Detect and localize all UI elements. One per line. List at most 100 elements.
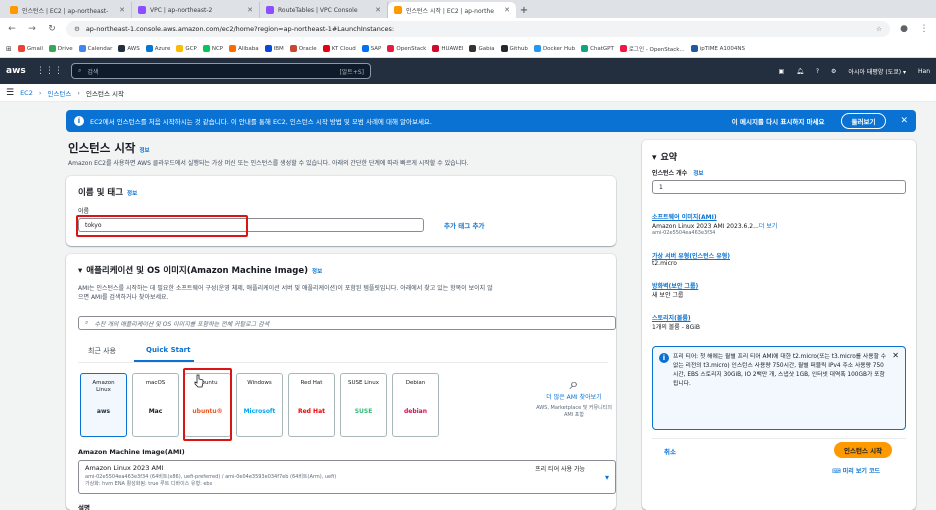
- aws-logo[interactable]: aws: [6, 66, 28, 76]
- bookmark-item[interactable]: ipTIME A1004NS: [690, 45, 745, 53]
- region-selector[interactable]: 아시아 태평양 (도쿄) ▾: [848, 67, 906, 76]
- ami-tile[interactable]: Amazon Linux aws: [80, 373, 127, 437]
- bookmark-item[interactable]: OpenStack: [387, 45, 426, 53]
- ami-tile[interactable]: SUSE Linux SUSE: [340, 373, 387, 437]
- new-tab-button[interactable]: +: [516, 2, 532, 18]
- summary-ami-more[interactable]: 더 보기: [759, 223, 777, 230]
- bookmark-item[interactable]: Calendar: [78, 45, 112, 53]
- bookmark-item[interactable]: Gmail: [17, 45, 43, 53]
- site-info-icon[interactable]: ⚙: [74, 25, 80, 33]
- reload-icon[interactable]: ↻: [46, 23, 58, 35]
- cloudshell-icon[interactable]: ▣: [779, 68, 785, 75]
- bookmark-item[interactable]: 로그인 - OpenStack...: [619, 45, 685, 53]
- instance-count-input[interactable]: 1: [652, 180, 906, 194]
- bookmark-item[interactable]: IBM: [264, 45, 284, 53]
- hamburger-icon[interactable]: ☰: [6, 88, 14, 98]
- instance-count-info[interactable]: 정보: [693, 171, 703, 177]
- bookmark-favicon-icon: [469, 45, 477, 52]
- breadcrumb-instances[interactable]: 인스턴스: [47, 88, 71, 98]
- dont-show-again-button[interactable]: 이 메시지를 다시 표시하지 마세요: [732, 116, 825, 126]
- ami-tile-name: Amazon Linux: [92, 380, 114, 394]
- bookmark-item[interactable]: ChatGPT: [581, 45, 614, 53]
- bookmark-item[interactable]: Oracle: [289, 45, 317, 53]
- bookmark-item[interactable]: HUAWEI: [432, 45, 463, 53]
- bookmark-favicon-icon: [78, 45, 86, 52]
- bookmark-item[interactable]: Gabia: [469, 45, 495, 53]
- ami-meta: 가상화: hvm ENA 활성화됨: true 루트 디바이스 유형: ebs: [85, 481, 213, 487]
- ami-search-input[interactable]: ⌕ 수천 개의 애플리케이션 및 OS 이미지를 포함하는 전체 카탈로그 검색: [78, 316, 616, 330]
- close-icon[interactable]: ✕: [247, 6, 253, 14]
- ami-tile[interactable]: Debian debian: [392, 373, 439, 437]
- close-icon[interactable]: ✕: [900, 116, 908, 126]
- summary-type-link[interactable]: 가상 서버 유형(인스턴스 유형): [652, 251, 730, 260]
- ami-tile-name-1: Amazon: [92, 380, 115, 386]
- bookmark-item[interactable]: KT Cloud: [322, 45, 356, 53]
- close-icon[interactable]: ✕: [892, 351, 899, 360]
- add-tag-link[interactable]: 추가 태그 추가: [444, 220, 484, 230]
- bookmark-item[interactable]: Azure: [145, 45, 170, 53]
- more-amis[interactable]: ⌕ 더 많은 AMI 찾아보기 AWS, Marketplace 및 커뮤니티의…: [534, 374, 614, 419]
- aws-search-input[interactable]: ⌕ 검색 [알트+S]: [71, 63, 371, 79]
- browser-tab[interactable]: RouteTables | VPC Console ✕: [260, 2, 388, 18]
- chevron-right-icon: ›: [38, 88, 42, 97]
- ami-tile[interactable]: macOS Mac: [132, 373, 179, 437]
- summary-ami-link[interactable]: 소프트웨어 이미지(AMI): [652, 212, 906, 221]
- close-icon[interactable]: ✕: [375, 6, 381, 14]
- ami-name: Amazon Linux 2023 AMI: [85, 464, 164, 472]
- bookmark-favicon-icon: [48, 45, 56, 52]
- caret-down-icon[interactable]: ▾: [652, 153, 657, 163]
- ami-select[interactable]: Amazon Linux 2023 AMI ami-02e5504ea463e3…: [78, 460, 616, 494]
- bookmark-label: OpenStack: [396, 45, 427, 52]
- services-grid-icon[interactable]: ⋮⋮⋮: [36, 66, 63, 76]
- name-tags-info-link[interactable]: 정보: [127, 189, 137, 197]
- close-icon[interactable]: ✕: [504, 6, 510, 14]
- ami-logo-text: aws: [96, 407, 111, 415]
- bookmark-item[interactable]: NCP: [202, 45, 223, 53]
- tab-favicon-icon: [266, 6, 274, 14]
- back-icon[interactable]: ←: [6, 23, 18, 35]
- bookmark-item[interactable]: SAP: [361, 45, 381, 53]
- profile-icon[interactable]: ●: [898, 23, 910, 35]
- summary-storage-link[interactable]: 스토리지(볼륨): [652, 313, 700, 322]
- tab-recent[interactable]: 최근 사용: [88, 346, 116, 356]
- bell-icon[interactable]: 🔔︎: [796, 68, 804, 75]
- url-input[interactable]: ⚙ ap-northeast-1.console.aws.amazon.com/…: [66, 21, 890, 37]
- tab-quick-start[interactable]: Quick Start: [146, 346, 191, 354]
- browser-tab[interactable]: VPC | ap-northeast-2 ✕: [132, 2, 260, 18]
- bookmark-item[interactable]: AWS: [118, 45, 140, 53]
- caret-down-icon[interactable]: ▾: [78, 266, 82, 276]
- page-info-link[interactable]: 정보: [139, 146, 149, 154]
- ami-info-link[interactable]: 정보: [312, 267, 322, 275]
- apps-icon[interactable]: ⊞: [6, 45, 12, 53]
- bookmark-label: KT Cloud: [331, 45, 356, 52]
- more-amis-link[interactable]: 더 많은 AMI 찾아보기: [534, 394, 614, 402]
- menu-icon[interactable]: ⋮: [918, 23, 930, 35]
- tab-favicon-icon: [394, 6, 402, 14]
- ami-tile-name-1: Windows: [247, 380, 272, 386]
- bookmark-star-icon[interactable]: ☆: [876, 25, 882, 33]
- bookmark-item[interactable]: Alibaba: [229, 45, 259, 53]
- help-icon[interactable]: ?: [816, 68, 819, 75]
- gear-icon[interactable]: ⚙: [831, 68, 836, 75]
- forward-icon[interactable]: →: [26, 23, 38, 35]
- cancel-button[interactable]: 취소: [664, 446, 676, 456]
- summary-firewall-link[interactable]: 방화벽(보안 그룹): [652, 281, 698, 290]
- breadcrumb-ec2[interactable]: EC2: [20, 89, 33, 97]
- bookmark-item[interactable]: Github: [500, 45, 528, 53]
- ami-tile[interactable]: Red Hat Red Hat: [288, 373, 335, 437]
- ami-tile[interactable]: Windows Microsoft: [236, 373, 283, 437]
- bookmark-item[interactable]: Drive: [48, 45, 73, 53]
- bookmark-item[interactable]: GCP: [176, 45, 197, 53]
- close-icon[interactable]: ✕: [119, 6, 125, 14]
- bookmark-label: Docker Hub: [542, 45, 576, 52]
- bookmarks-bar: ⊞ Gmail Drive Calendar AWS Azure GCP NCP Alibab…: [0, 40, 936, 58]
- account-menu[interactable]: Han: [918, 68, 930, 75]
- launch-instance-button[interactable]: 인스턴스 시작: [834, 442, 893, 458]
- browser-tab[interactable]: 인스턴스 | EC2 | ap-northeast- ✕: [4, 2, 132, 18]
- browser-tab[interactable]: 인스턴스 시작 | EC2 | ap-northe ✕: [388, 2, 516, 18]
- summary-firewall-value: 새 보안 그룹: [652, 292, 684, 299]
- preview-code-link[interactable]: ⌨ 미리 보기 코드: [832, 466, 880, 475]
- tour-button[interactable]: 둘러보기: [840, 113, 887, 129]
- bookmark-item[interactable]: Docker Hub: [533, 45, 576, 53]
- caret-down-icon[interactable]: ▾: [605, 473, 609, 482]
